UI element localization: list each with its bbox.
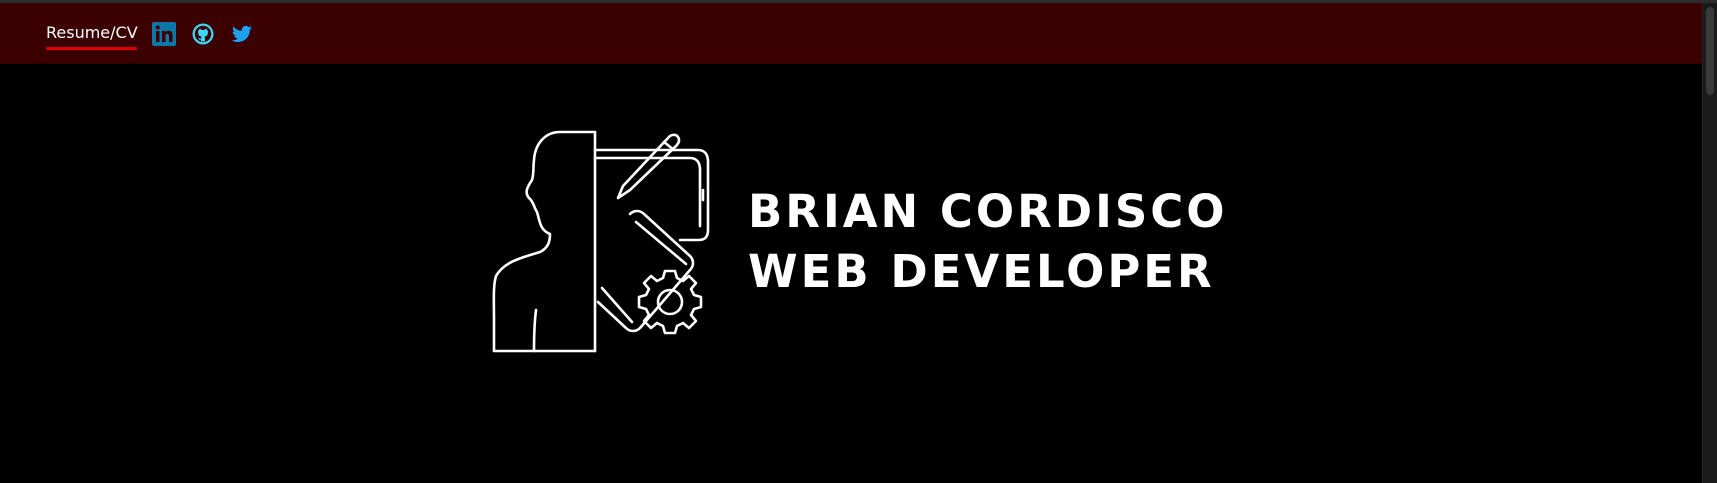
scrollbar-thumb[interactable]	[1706, 7, 1714, 95]
github-icon	[192, 23, 214, 45]
vertical-scrollbar[interactable]	[1702, 3, 1717, 483]
top-navbar: Resume/CV	[0, 3, 1703, 64]
resume-cv-link[interactable]: Resume/CV	[46, 23, 138, 47]
github-link[interactable]	[191, 22, 215, 46]
hero-role: WEB DEVELOPER	[748, 245, 1215, 298]
linkedin-link[interactable]	[152, 22, 176, 46]
developer-avatar-device-gear-icon	[492, 130, 710, 353]
active-link-underline	[46, 47, 137, 50]
twitter-icon	[231, 25, 252, 42]
twitter-link[interactable]	[230, 22, 254, 46]
hero-name: BRIAN CORDISCO	[748, 185, 1228, 238]
linkedin-icon	[152, 22, 176, 46]
